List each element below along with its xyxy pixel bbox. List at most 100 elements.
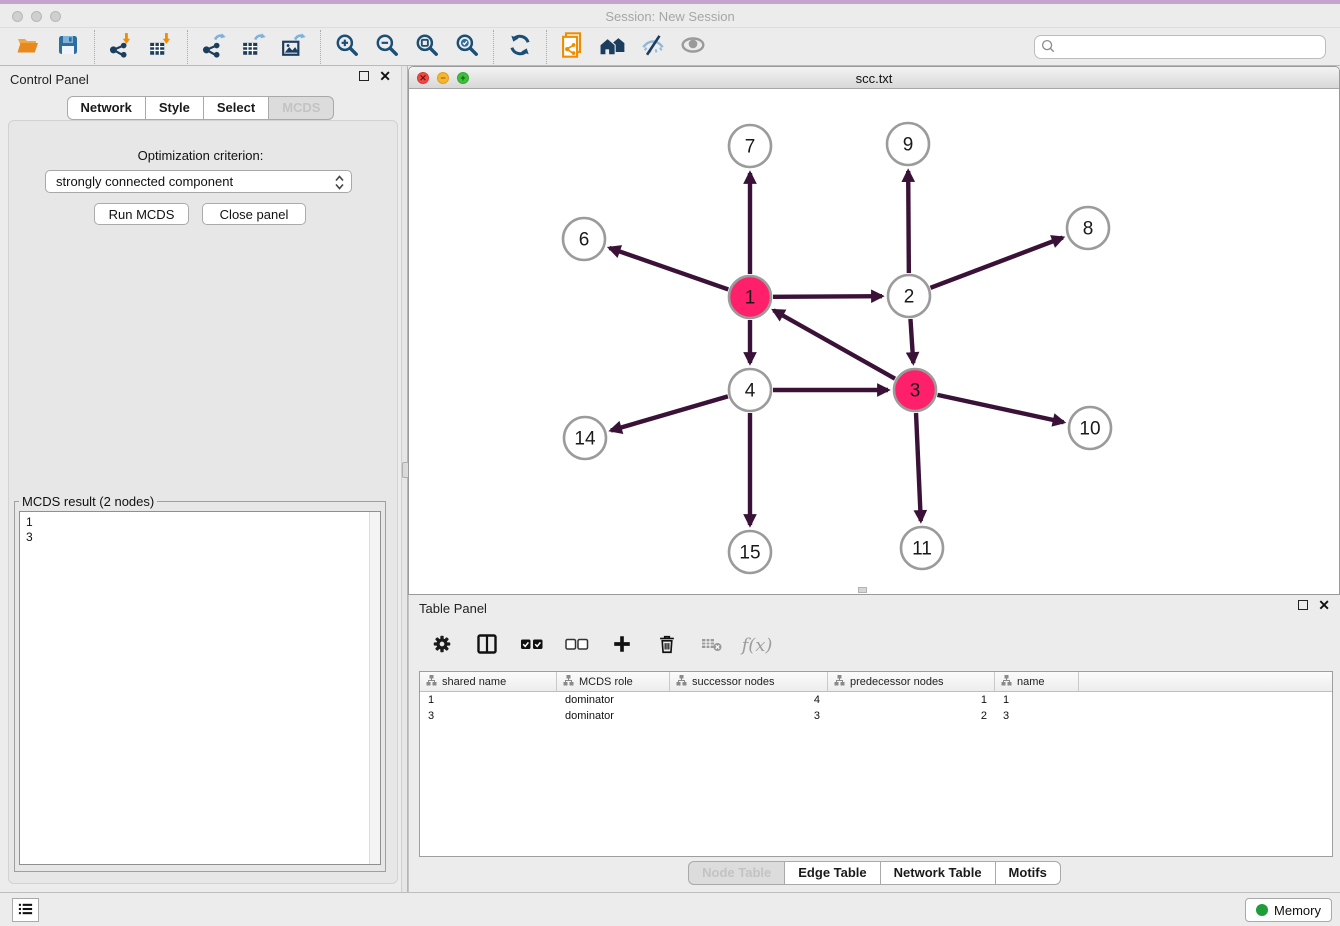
tree-sort-icon	[563, 674, 574, 690]
column-header-predecessor-nodes[interactable]: predecessor nodes	[828, 672, 995, 691]
export-network-icon	[201, 32, 227, 61]
column-header-shared-name[interactable]: shared name	[420, 672, 557, 691]
table-cell[interactable]: 3	[670, 710, 828, 722]
table-cell[interactable]: 4	[670, 694, 828, 706]
network-window-titlebar[interactable]: ✕ − + scc.txt	[409, 67, 1339, 89]
svg-text:14: 14	[574, 429, 596, 450]
node-10[interactable]: 10	[1069, 407, 1111, 449]
table-cell[interactable]: dominator	[557, 710, 670, 722]
export-network-button[interactable]	[194, 31, 234, 63]
run-mcds-button[interactable]: Run MCDS	[94, 203, 189, 225]
table-cell[interactable]: 1	[828, 694, 995, 706]
float-panel-icon[interactable]	[1298, 600, 1308, 610]
edge-4-14[interactable]	[611, 396, 728, 430]
close-panel-button[interactable]: Close panel	[202, 203, 306, 225]
column-header-name[interactable]: name	[995, 672, 1079, 691]
new-network-button[interactable]	[553, 31, 593, 63]
zoom-fit-button[interactable]	[407, 31, 447, 63]
hide-graphics-button[interactable]	[633, 31, 673, 63]
tab-network-table[interactable]: Network Table	[881, 861, 996, 885]
node-3[interactable]: 3	[894, 369, 936, 411]
node-14[interactable]: 14	[564, 417, 606, 459]
tab-style[interactable]: Style	[146, 96, 204, 120]
close-panel-icon[interactable]: ✕	[1318, 600, 1330, 610]
edge-3-1[interactable]	[774, 310, 895, 378]
tab-edge-table[interactable]: Edge Table	[785, 861, 880, 885]
edge-2-3[interactable]	[910, 319, 913, 363]
node-1[interactable]: 1	[729, 276, 771, 318]
edge-2-9[interactable]	[908, 171, 909, 273]
node-11[interactable]: 11	[901, 527, 943, 569]
close-panel-icon[interactable]: ✕	[379, 71, 391, 81]
network-window-title: scc.txt	[409, 71, 1339, 86]
table-cell[interactable]: 2	[828, 710, 995, 722]
export-image-button[interactable]	[274, 31, 314, 63]
zoom-out-icon	[374, 32, 400, 61]
table-cell[interactable]: 1	[420, 694, 557, 706]
node-2[interactable]: 2	[888, 275, 930, 317]
edge-1-6[interactable]	[609, 248, 728, 290]
node-6[interactable]: 6	[563, 218, 605, 260]
node-9[interactable]: 9	[887, 123, 929, 165]
memory-button[interactable]: Memory	[1245, 898, 1332, 922]
search-input[interactable]	[1034, 35, 1326, 59]
edge-1-2[interactable]	[773, 296, 882, 297]
table-toolbar: f(x)	[419, 625, 772, 665]
show-columns-button[interactable]	[472, 629, 502, 661]
float-panel-icon[interactable]	[359, 71, 369, 81]
deselect-all-button[interactable]	[562, 629, 592, 661]
gear-icon	[431, 633, 453, 658]
task-history-button[interactable]	[12, 898, 39, 922]
new-network-file-icon	[559, 31, 587, 62]
import-table-button[interactable]	[141, 31, 181, 63]
delete-table-button[interactable]	[697, 629, 727, 661]
mcds-result-scrollbar[interactable]	[369, 512, 380, 864]
node-4[interactable]: 4	[729, 369, 771, 411]
canvas-grip-icon[interactable]	[858, 587, 867, 593]
open-session-button[interactable]	[8, 31, 48, 63]
refresh-view-button[interactable]	[500, 31, 540, 63]
node-7[interactable]: 7	[729, 125, 771, 167]
table-cell[interactable]: 1	[995, 694, 1079, 706]
network-graph[interactable]: 7 9 6 8 1 2 4 3 14 10 15 11	[409, 89, 1339, 594]
mcds-result-group: MCDS result (2 nodes) 1 3	[14, 494, 386, 872]
criterion-select[interactable]: strongly connected component	[45, 170, 352, 193]
table-row[interactable]: 1dominator411	[420, 692, 1332, 708]
add-column-button[interactable]	[607, 629, 637, 661]
save-session-button[interactable]	[48, 31, 88, 63]
tab-node-table[interactable]: Node Table	[688, 861, 785, 885]
node-15[interactable]: 15	[729, 531, 771, 573]
zoom-selected-button[interactable]	[447, 31, 487, 63]
column-header-successor-nodes[interactable]: successor nodes	[670, 672, 828, 691]
tab-motifs[interactable]: Motifs	[996, 861, 1061, 885]
table-cell[interactable]: 3	[995, 710, 1079, 722]
import-network-button[interactable]	[101, 31, 141, 63]
select-all-button[interactable]	[517, 629, 547, 661]
table-cell[interactable]: 3	[420, 710, 557, 722]
zoom-in-button[interactable]	[327, 31, 367, 63]
panel-splitter[interactable]	[401, 66, 408, 892]
home-view-button[interactable]	[593, 31, 633, 63]
edge-2-8[interactable]	[931, 238, 1063, 288]
column-header-MCDS-role[interactable]: MCDS role	[557, 672, 670, 691]
node-table[interactable]: shared nameMCDS rolesuccessor nodesprede…	[419, 671, 1333, 857]
delete-column-button[interactable]	[652, 629, 682, 661]
apply-function-button[interactable]: f(x)	[742, 629, 772, 661]
tab-mcds[interactable]: MCDS	[269, 96, 334, 120]
table-row[interactable]: 3dominator323	[420, 708, 1332, 724]
app-window: Session: New Session	[0, 0, 1340, 926]
zoom-out-button[interactable]	[367, 31, 407, 63]
tab-select[interactable]: Select	[204, 96, 269, 120]
table-settings-button[interactable]	[427, 629, 457, 661]
svg-text:9: 9	[903, 135, 914, 156]
tab-network[interactable]: Network	[67, 96, 146, 120]
network-canvas[interactable]: 7 9 6 8 1 2 4 3 14 10 15 11	[409, 89, 1339, 594]
show-graphics-button[interactable]	[673, 31, 713, 63]
table-cell[interactable]: dominator	[557, 694, 670, 706]
node-8[interactable]: 8	[1067, 207, 1109, 249]
svg-text:7: 7	[745, 137, 756, 158]
tree-sort-icon	[834, 674, 845, 690]
export-table-button[interactable]	[234, 31, 274, 63]
edge-3-11[interactable]	[916, 413, 921, 521]
edge-3-10[interactable]	[937, 395, 1063, 422]
